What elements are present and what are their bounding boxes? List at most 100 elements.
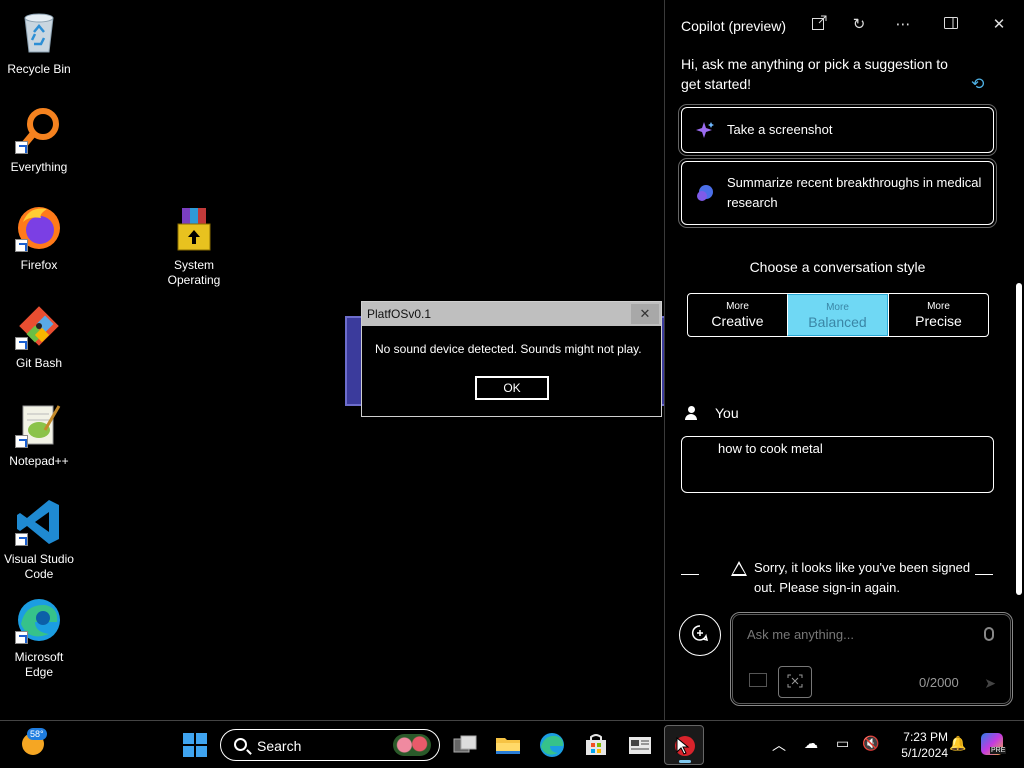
active-indicator <box>679 760 691 763</box>
desktop-icon-label: System Operating <box>167 258 221 287</box>
suggestion-label: Summarize recent breakthroughs in medica… <box>727 175 982 210</box>
panel-scrollbar[interactable] <box>1016 283 1022 595</box>
windows-logo-tile <box>196 746 207 757</box>
shortcut-arrow-icon <box>15 141 28 154</box>
style-more-label: More <box>726 301 749 312</box>
desktop-icon-recycle-bin[interactable]: Recycle Bin <box>0 8 78 77</box>
volume-muted-icon[interactable]: 🔇 <box>862 735 879 752</box>
suggestion-take-screenshot[interactable]: Take a screenshot <box>678 104 997 156</box>
file-explorer-icon[interactable] <box>495 732 521 758</box>
edge-taskbar-icon[interactable] <box>539 732 565 758</box>
divider <box>975 574 993 575</box>
chat-bubbles-icon <box>696 184 714 202</box>
search-label: Search <box>257 738 302 754</box>
clock[interactable]: 7:23 PM 5/1/2024 <box>888 729 948 761</box>
git-icon <box>15 302 63 350</box>
style-more-label: More <box>826 302 849 313</box>
sparkle-icon <box>696 121 714 139</box>
shortcut-arrow-icon <box>15 337 28 350</box>
desktop-icon-label: Microsoft Edge <box>14 650 64 679</box>
desktop-icon-notepad-plus-plus[interactable]: Notepad++ <box>0 400 78 469</box>
running-app-icon[interactable] <box>664 725 704 765</box>
style-more-label: More <box>927 301 950 312</box>
desktop-icon-system-operating[interactable]: System Operating <box>155 204 233 288</box>
close-icon[interactable]: ✕ <box>989 15 1009 35</box>
open-in-new-icon[interactable] <box>809 15 829 35</box>
chat-input[interactable] <box>747 627 947 642</box>
taskbar: 58° Search ︿ ☁ ▭ 🔇 7:23 PM 5/1/2024 🔔 PR… <box>0 720 1024 768</box>
copilot-greeting: Hi, ask me anything or pick a suggestion… <box>681 56 948 92</box>
clock-date: 5/1/2024 <box>901 746 948 760</box>
desktop-icon-label: Git Bash <box>15 356 63 370</box>
user-message-text: how to cook metal <box>718 441 823 456</box>
clock-time: 7:23 PM <box>903 730 948 744</box>
edge-icon <box>15 596 63 644</box>
store-icon[interactable] <box>583 732 609 758</box>
cloud-offline-icon[interactable]: ☁ <box>804 735 818 752</box>
dialog-title: PlatfOSv0.1 <box>367 307 432 321</box>
user-header: You <box>685 405 739 421</box>
vscode-icon <box>15 498 63 546</box>
desktop-icon-edge[interactable]: Microsoft Edge <box>0 596 78 680</box>
more-options-icon[interactable]: ⋯ <box>893 15 913 35</box>
taskbar-search[interactable]: Search <box>220 729 440 761</box>
recycle-bin-icon <box>15 8 63 56</box>
search-highlight-icon <box>393 734 431 756</box>
temperature-badge: 58° <box>27 728 47 740</box>
send-icon[interactable]: ➤ <box>984 675 996 692</box>
preview-badge: PRE <box>990 747 1007 754</box>
signout-message: Sorry, it looks like you've been signed … <box>754 560 971 595</box>
microphone-icon[interactable] <box>984 627 994 641</box>
screen-capture-button[interactable] <box>778 666 812 698</box>
add-image-icon[interactable] <box>749 673 767 687</box>
new-chat-icon <box>691 625 709 642</box>
style-name-label: Balanced <box>808 314 867 330</box>
user-message-bubble: how to cook metal <box>681 436 994 493</box>
conversation-style-selector: More Creative More Balanced More Precise <box>687 293 989 337</box>
magnifier-icon <box>15 106 63 154</box>
you-label: You <box>715 405 739 421</box>
winrar-archive-icon <box>170 204 218 252</box>
task-view-icon[interactable] <box>452 732 478 758</box>
new-topic-button[interactable] <box>679 614 721 656</box>
divider <box>681 574 699 575</box>
style-precise-button[interactable]: More Precise <box>888 294 988 336</box>
shortcut-arrow-icon <box>15 533 28 546</box>
style-name-label: Precise <box>915 313 962 329</box>
suggestion-label: Take a screenshot <box>727 122 833 137</box>
style-balanced-button[interactable]: More Balanced <box>787 294 888 336</box>
chevron-up-icon[interactable]: ︿ <box>772 735 786 755</box>
mouse-cursor-icon <box>676 737 690 755</box>
notification-icon[interactable]: 🔔 <box>949 735 966 752</box>
dialog-message: No sound device detected. Sounds might n… <box>375 342 642 356</box>
warning-icon <box>731 561 747 576</box>
dialog-close-button[interactable]: ✕ <box>631 304 659 324</box>
desktop-icon-git-bash[interactable]: Git Bash <box>0 302 78 371</box>
network-icon[interactable]: ▭ <box>836 735 849 752</box>
suggestion-summarize-research[interactable]: Summarize recent breakthroughs in medica… <box>678 158 997 228</box>
desktop: Recycle Bin Everything Firefox Git Bash … <box>0 0 676 720</box>
dock-panel-icon[interactable] <box>941 15 961 35</box>
news-icon[interactable] <box>627 732 653 758</box>
swap-suggestions-icon[interactable]: ⟲ <box>971 74 984 94</box>
desktop-icon-firefox[interactable]: Firefox <box>0 204 78 273</box>
desktop-icon-label: Visual Studio Code <box>4 552 74 581</box>
style-creative-button[interactable]: More Creative <box>688 294 787 336</box>
dialog-ok-button[interactable]: OK <box>474 375 550 401</box>
character-counter: 0/2000 <box>919 675 959 690</box>
start-button[interactable] <box>183 733 207 757</box>
dialog-titlebar[interactable]: PlatfOSv0.1 ✕ <box>362 302 661 326</box>
shortcut-arrow-icon <box>15 239 28 252</box>
screenshot-icon <box>787 674 803 688</box>
desktop-icon-label: Notepad++ <box>9 454 69 468</box>
desktop-icon-vscode[interactable]: Visual Studio Code <box>0 498 78 582</box>
windows-logo-tile <box>196 733 207 744</box>
chat-input-box: 0/2000 ➤ <box>730 612 1013 706</box>
desktop-icon-everything[interactable]: Everything <box>0 106 78 175</box>
user-icon <box>685 406 697 420</box>
copilot-title: Copilot (preview) <box>681 18 787 34</box>
refresh-icon[interactable]: ↻ <box>849 15 869 35</box>
firefox-icon <box>15 204 63 252</box>
desktop-icon-label: Firefox <box>20 258 58 272</box>
style-name-label: Creative <box>711 313 764 329</box>
